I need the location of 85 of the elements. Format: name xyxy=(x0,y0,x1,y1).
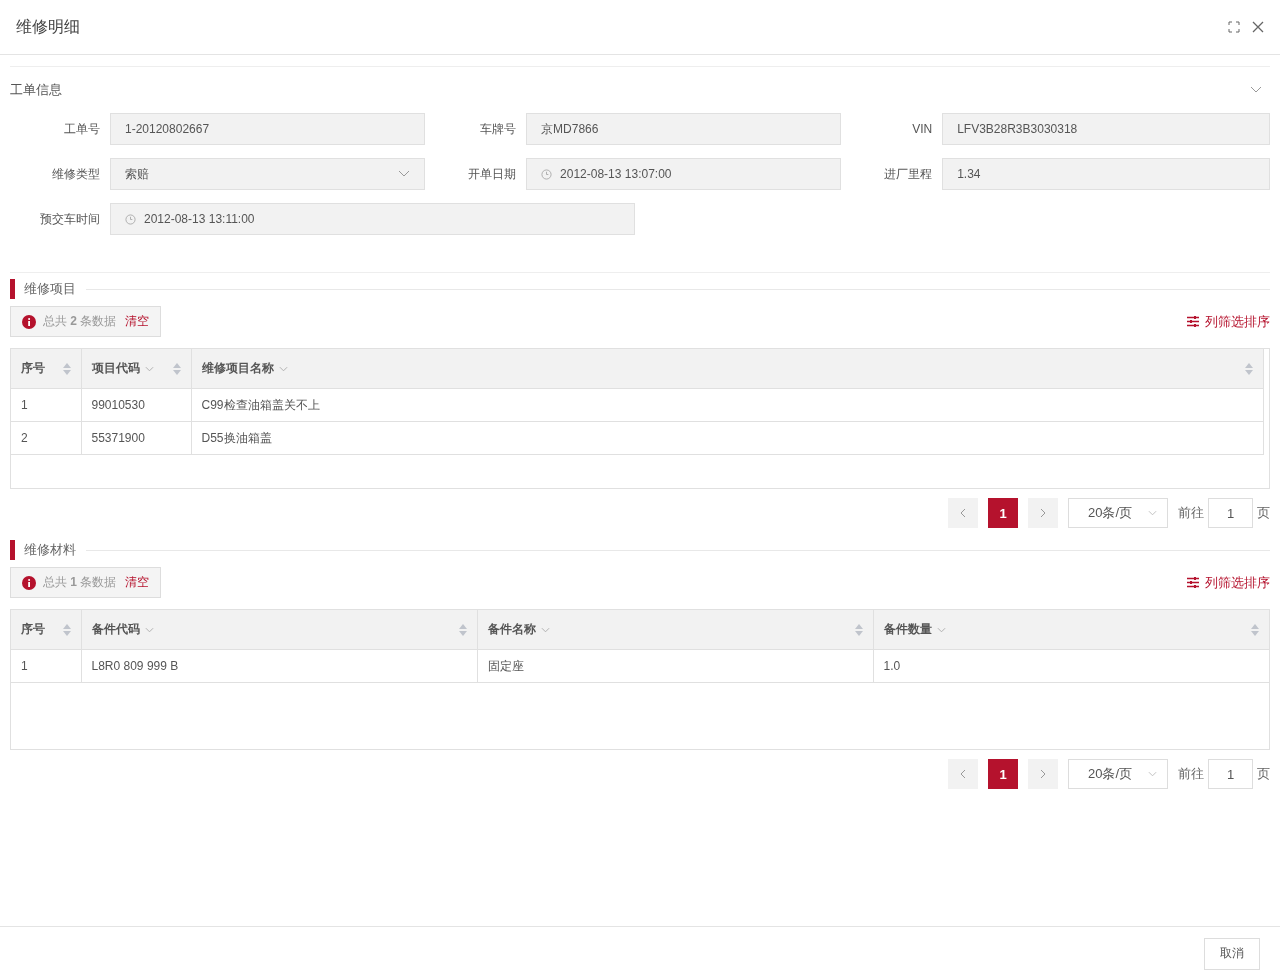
next-page-button[interactable] xyxy=(1028,759,1058,789)
column-settings-link[interactable]: 列筛选排序 xyxy=(1187,312,1270,331)
page-number-button[interactable]: 1 xyxy=(988,498,1018,528)
clock-icon xyxy=(125,213,136,225)
section-marker xyxy=(10,540,15,560)
input-field[interactable]: 京MD7866 xyxy=(526,113,842,145)
page-input[interactable]: 1 xyxy=(1208,498,1253,528)
clear-link[interactable]: 清空 xyxy=(125,313,150,330)
page-input[interactable]: 1 xyxy=(1208,759,1253,789)
chevron-left-icon xyxy=(960,769,966,779)
column-header[interactable]: 备件数量 xyxy=(873,610,1269,650)
goto-label: 前往 xyxy=(1178,504,1204,522)
column-header[interactable]: 项目代码 xyxy=(81,349,191,389)
page-size-select[interactable]: 20条/页 xyxy=(1068,759,1168,789)
filter-chevron-icon[interactable] xyxy=(936,626,946,633)
column-header[interactable]: 备件名称 xyxy=(477,610,873,650)
sliders-icon xyxy=(1187,577,1199,588)
chevron-right-icon xyxy=(1040,769,1046,779)
table-cell: C99检查油箱盖关不上 xyxy=(191,388,1264,422)
sort-icon[interactable] xyxy=(62,362,71,375)
cancel-button[interactable]: 取消 xyxy=(1204,937,1260,970)
table-cell: 固定座 xyxy=(477,649,873,683)
field-label: 维修类型 xyxy=(51,165,101,183)
sort-icon[interactable] xyxy=(172,362,181,375)
column-header[interactable]: 序号 xyxy=(11,610,81,650)
section-title: 维修项目 xyxy=(24,280,76,298)
field-label: VIN xyxy=(911,122,934,136)
input-field[interactable]: 2012-08-13 13:11:00 xyxy=(110,203,635,235)
clear-link[interactable]: 清空 xyxy=(125,574,150,591)
next-page-button[interactable] xyxy=(1028,498,1058,528)
input-field[interactable]: 1.34 xyxy=(942,158,1270,190)
column-header[interactable]: 维修项目名称 xyxy=(191,349,1264,389)
chevron-left-icon xyxy=(960,508,966,518)
info-icon xyxy=(22,314,36,329)
field-label: 车牌号 xyxy=(479,120,518,138)
fullscreen-icon[interactable] xyxy=(1228,21,1240,33)
chevron-down-icon xyxy=(1148,771,1157,777)
table-cell: 2 xyxy=(11,421,81,455)
filter-chevron-icon[interactable] xyxy=(540,626,550,633)
input-field[interactable]: 索赔 xyxy=(110,158,426,190)
section-title: 工单信息 xyxy=(10,81,62,99)
input-field[interactable]: 1-20120802667 xyxy=(110,113,426,145)
summary-text: 总共 2 条数据 xyxy=(43,313,117,330)
filter-chevron-icon[interactable] xyxy=(278,365,288,372)
table-cell: L8R0 809 999 B xyxy=(81,649,477,683)
sliders-icon xyxy=(1187,316,1199,327)
dialog-title: 维修明细 xyxy=(16,16,80,37)
page-number-button[interactable]: 1 xyxy=(988,759,1018,789)
section-title: 维修材料 xyxy=(24,541,76,559)
table-cell: D55换油箱盖 xyxy=(191,421,1264,455)
column-header[interactable]: 序号 xyxy=(11,349,81,389)
table-cell: 1 xyxy=(11,388,81,422)
clock-icon xyxy=(541,168,553,180)
table-cell: 55371900 xyxy=(81,421,191,455)
prev-page-button[interactable] xyxy=(948,498,978,528)
column-settings-link[interactable]: 列筛选排序 xyxy=(1187,573,1270,592)
input-field[interactable]: 2012-08-13 13:07:00 xyxy=(526,158,842,190)
prev-page-button[interactable] xyxy=(948,759,978,789)
filter-chevron-icon[interactable] xyxy=(144,365,154,372)
table-cell: 1.0 xyxy=(873,649,1269,683)
chevron-icon[interactable] xyxy=(1250,86,1262,94)
sort-icon[interactable] xyxy=(458,623,467,636)
field-label: 工单号 xyxy=(63,120,101,138)
field-label: 开单日期 xyxy=(467,165,518,183)
filter-chevron-icon[interactable] xyxy=(144,626,154,633)
input-field[interactable]: LFV3B28R3B3030318 xyxy=(942,113,1270,145)
goto-label: 前往 xyxy=(1178,765,1204,783)
table-cell: 99010530 xyxy=(81,388,191,422)
info-icon xyxy=(22,575,36,590)
table-cell: 1 xyxy=(11,649,81,683)
page-suffix: 页 xyxy=(1257,765,1270,783)
sort-icon[interactable] xyxy=(1245,362,1253,375)
section-marker xyxy=(10,279,15,299)
sort-icon[interactable] xyxy=(854,623,863,636)
sort-icon[interactable] xyxy=(62,623,71,636)
chevron-down-icon xyxy=(1148,510,1157,516)
sort-icon[interactable] xyxy=(1251,623,1259,636)
page-size-select[interactable]: 20条/页 xyxy=(1068,498,1168,528)
close-icon[interactable] xyxy=(1252,21,1264,33)
page-suffix: 页 xyxy=(1257,504,1270,522)
chevron-right-icon xyxy=(1040,508,1046,518)
summary-text: 总共 1 条数据 xyxy=(43,574,117,591)
field-label: 预交车时间 xyxy=(39,210,101,228)
column-header[interactable]: 备件代码 xyxy=(81,610,477,650)
field-label: 进厂里程 xyxy=(883,165,934,183)
